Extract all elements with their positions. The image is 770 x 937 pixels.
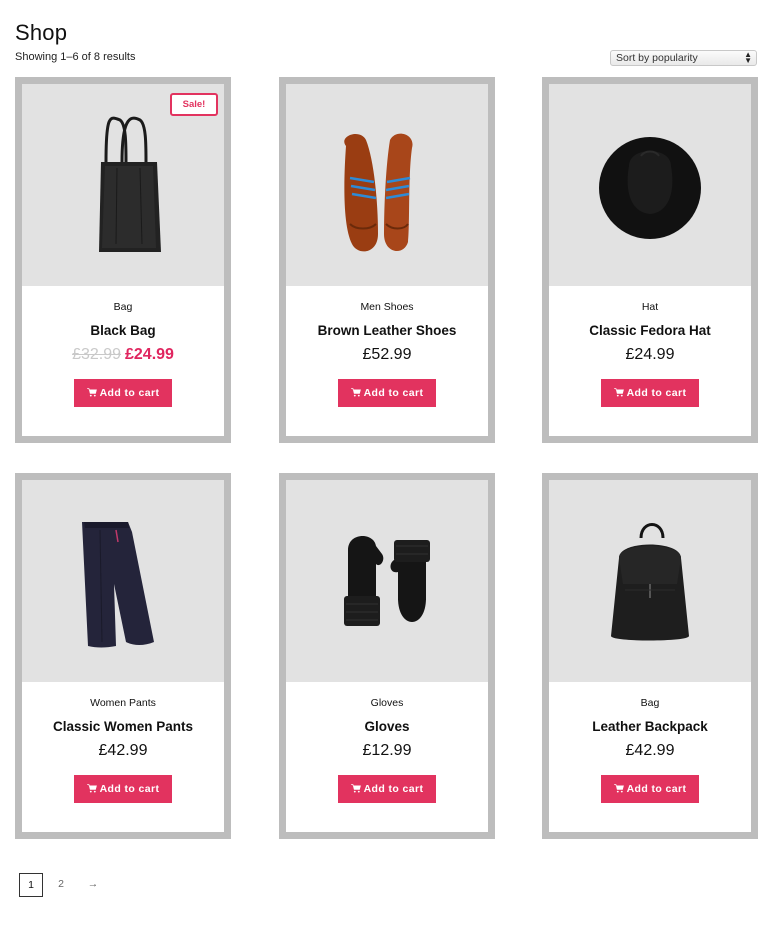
product-sale-price: £24.99 <box>125 346 174 363</box>
product-image[interactable] <box>286 480 488 682</box>
cart-icon <box>350 388 361 397</box>
product-category: Women Pants <box>90 697 156 709</box>
add-to-cart-label: Add to cart <box>363 783 424 795</box>
product-title[interactable]: Classic Women Pants <box>22 719 224 734</box>
product-image[interactable] <box>549 84 751 286</box>
product-title[interactable]: Brown Leather Shoes <box>286 323 488 338</box>
product-category: Men Shoes <box>360 301 414 313</box>
cart-icon <box>613 784 624 793</box>
mittens-icon <box>344 535 430 626</box>
product-card: Sale! Bag Black Bag £32.99 £24.99 Add to … <box>15 77 231 443</box>
next-page-arrow-icon[interactable]: → <box>81 873 105 897</box>
fedora-hat-icon <box>599 137 701 239</box>
product-title[interactable]: Gloves <box>286 719 488 734</box>
add-to-cart-button[interactable]: Add to cart <box>601 379 699 407</box>
product-card: Hat Classic Fedora Hat £24.99 Add to car… <box>542 77 758 443</box>
add-to-cart-label: Add to cart <box>99 783 160 795</box>
cart-icon <box>86 784 97 793</box>
product-old-price: £32.99 <box>72 346 121 363</box>
product-price: £32.99 £24.99 <box>22 346 224 366</box>
cart-icon <box>86 388 97 397</box>
sale-badge: Sale! <box>170 93 218 116</box>
product-category: Hat <box>641 301 659 313</box>
product-image[interactable] <box>549 480 751 682</box>
page-1-current: 1 <box>19 873 43 897</box>
add-to-cart-button[interactable]: Add to cart <box>601 775 699 803</box>
add-to-cart-label: Add to cart <box>363 387 424 399</box>
shoes-icon <box>344 133 413 252</box>
product-price: £42.99 <box>98 742 148 759</box>
page-title: Shop <box>15 20 68 45</box>
product-title[interactable]: Black Bag <box>22 323 224 338</box>
product-title[interactable]: Leather Backpack <box>549 719 751 734</box>
add-to-cart-label: Add to cart <box>626 387 687 399</box>
product-price: £52.99 <box>362 346 412 363</box>
product-category: Bag <box>640 697 660 709</box>
product-category: Bag <box>113 301 133 313</box>
product-image[interactable] <box>286 84 488 286</box>
product-card: Men Shoes Brown Leather Shoes £52.99 Add… <box>279 77 495 443</box>
product-image[interactable] <box>22 480 224 682</box>
cart-icon <box>613 388 624 397</box>
product-category: Gloves <box>370 697 404 709</box>
add-to-cart-button[interactable]: Add to cart <box>338 775 436 803</box>
pants-icon <box>82 522 154 648</box>
backpack-icon <box>611 523 689 641</box>
add-to-cart-button[interactable]: Add to cart <box>338 379 436 407</box>
product-title[interactable]: Classic Fedora Hat <box>549 323 751 338</box>
sort-select-value: Sort by popularity <box>616 52 698 64</box>
product-price: £24.99 <box>625 346 675 363</box>
add-to-cart-button[interactable]: Add to cart <box>74 379 172 407</box>
product-price: £12.99 <box>362 742 412 759</box>
product-price: £42.99 <box>625 742 675 759</box>
cart-icon <box>350 784 361 793</box>
add-to-cart-button[interactable]: Add to cart <box>74 775 172 803</box>
product-card: Gloves Gloves £12.99 Add to cart <box>279 473 495 839</box>
product-card: Bag Leather Backpack £42.99 Add to cart <box>542 473 758 839</box>
add-to-cart-label: Add to cart <box>626 783 687 795</box>
result-count: Showing 1–6 of 8 results <box>15 51 136 63</box>
select-arrows-icon: ▲ ▼ <box>744 50 752 65</box>
add-to-cart-label: Add to cart <box>99 387 160 399</box>
product-card: Women Pants Classic Women Pants £42.99 A… <box>15 473 231 839</box>
sort-select[interactable]: Sort by popularity ▲ ▼ <box>610 50 757 66</box>
product-image[interactable]: Sale! <box>22 84 224 286</box>
page-2-link[interactable]: 2 <box>49 873 73 897</box>
